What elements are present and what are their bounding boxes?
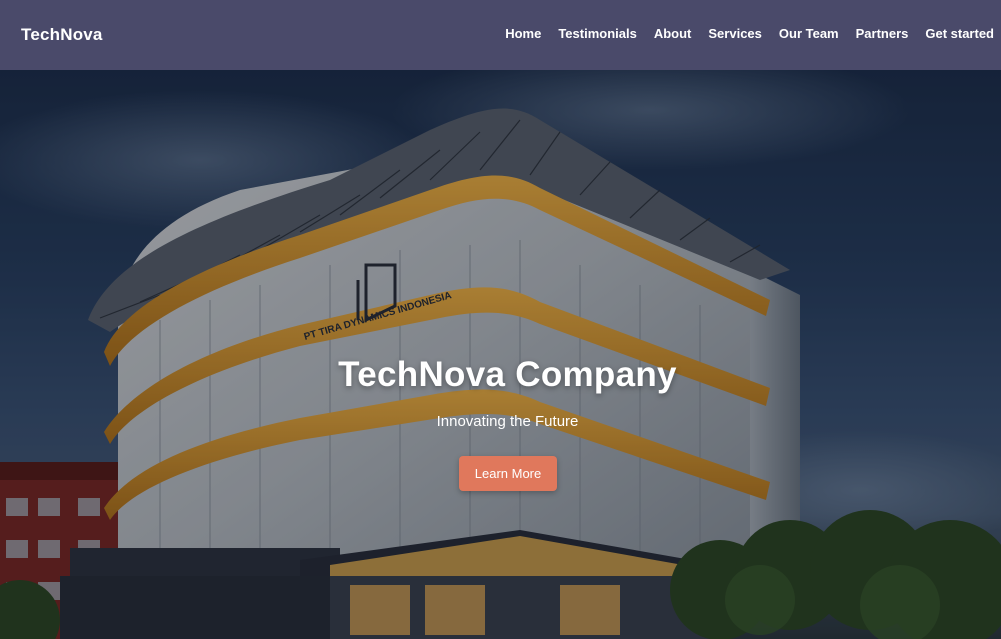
hero-subtitle: Innovating the Future [436,413,579,430]
nav-link-services[interactable]: Services [708,26,762,41]
hero-section: PT TIRA DYNAMICS INDONESIA TechNova Comp… [0,70,1001,639]
hero-content: TechNova Company Innovating the Future L… [0,70,1001,639]
hero-title: TechNova Company [338,355,677,394]
nav-link-partners[interactable]: Partners [856,26,909,41]
nav-link-get-started[interactable]: Get started [925,26,994,41]
nav-link-home[interactable]: Home [505,26,541,41]
navbar: TechNova Home Testimonials About Service… [0,0,1001,70]
nav-link-testimonials[interactable]: Testimonials [558,26,637,41]
nav-link-about[interactable]: About [654,26,692,41]
learn-more-button[interactable]: Learn More [459,456,557,491]
nav-link-our-team[interactable]: Our Team [779,26,839,41]
nav-links: Home Testimonials About Services Our Tea… [505,26,994,41]
brand-logo[interactable]: TechNova [21,25,103,45]
